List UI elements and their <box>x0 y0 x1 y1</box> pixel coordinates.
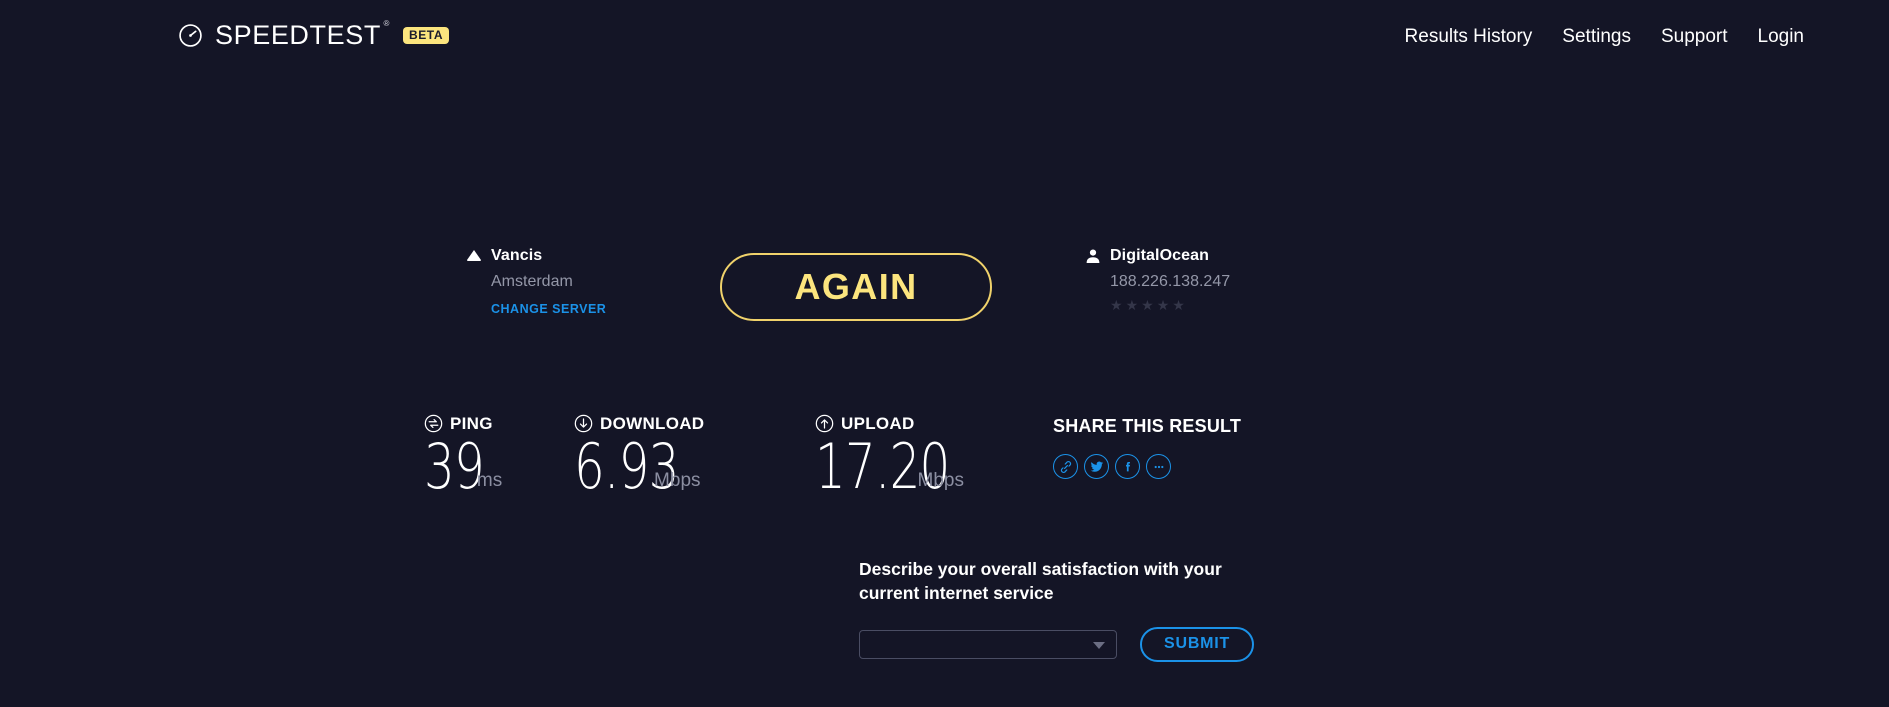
metric-download: DOWNLOAD 6.93 Mbps <box>574 412 704 501</box>
satisfaction-survey: Describe your overall satisfaction with … <box>859 558 1339 662</box>
beta-badge: BETA <box>403 27 449 44</box>
submit-button[interactable]: SUBMIT <box>1140 627 1254 662</box>
speed-gauge-icon <box>178 23 203 48</box>
isp-name: DigitalOcean <box>1110 248 1209 264</box>
share-result-section: SHARE THIS RESULT <box>1053 417 1241 479</box>
star-4[interactable]: ★ <box>1157 298 1170 312</box>
metric-upload-unit: Mbps <box>918 471 964 490</box>
share-icon-list <box>1053 454 1241 479</box>
nav-item-results-history[interactable]: Results History <box>1405 26 1533 48</box>
server-name: Vancis <box>491 248 542 264</box>
star-1[interactable]: ★ <box>1110 298 1123 312</box>
survey-controls: SUBMIT <box>859 627 1339 662</box>
star-3[interactable]: ★ <box>1141 298 1154 312</box>
metrics-row: PING 39 ms DOWNLOAD 6.93 Mbp <box>0 412 1889 522</box>
brand-logo[interactable]: SPEEDTEST® BETA <box>178 22 449 49</box>
speedtest-result-page: SPEEDTEST® BETA Results History Settings… <box>0 0 1889 707</box>
survey-question: Describe your overall satisfaction with … <box>859 558 1259 606</box>
nav-item-support[interactable]: Support <box>1661 26 1728 48</box>
server-info: Vancis Amsterdam CHANGE SERVER <box>466 245 676 318</box>
isp-name-line: DigitalOcean <box>1085 245 1325 267</box>
isp-info: DigitalOcean 188.226.138.247 ★ ★ ★ ★ ★ <box>1085 245 1325 312</box>
chevron-down-icon <box>1093 642 1105 649</box>
nav-item-login[interactable]: Login <box>1758 26 1805 48</box>
metric-ping-unit: ms <box>477 471 502 490</box>
satisfaction-select[interactable] <box>859 630 1117 659</box>
metric-upload-label: UPLOAD <box>841 415 915 432</box>
person-icon <box>1085 248 1101 264</box>
ip-address: 188.226.138.247 <box>1110 273 1325 291</box>
brand-wordmark: SPEEDTEST® <box>215 22 381 49</box>
main-nav: Results History Settings Support Login <box>1405 26 1804 48</box>
server-location: Amsterdam <box>491 273 676 291</box>
metric-download-unit: Mbps <box>654 471 700 490</box>
link-icon[interactable] <box>1053 454 1078 479</box>
share-title: SHARE THIS RESULT <box>1053 417 1241 435</box>
brand-name-text: SPEEDTEST <box>215 20 381 50</box>
metric-download-label: DOWNLOAD <box>600 415 704 432</box>
trademark-mark: ® <box>383 20 390 28</box>
server-name-line: Vancis <box>466 245 676 267</box>
metric-download-value-row: 6.93 Mbps <box>574 434 704 501</box>
metric-ping-value-row: 39 ms <box>424 434 502 501</box>
twitter-icon[interactable] <box>1084 454 1109 479</box>
metric-ping: PING 39 ms <box>424 412 502 501</box>
star-2[interactable]: ★ <box>1126 298 1139 312</box>
site-header: SPEEDTEST® BETA Results History Settings… <box>0 0 1889 80</box>
metric-upload-value-row: 17.20 Mbps <box>815 434 964 501</box>
result-summary-row: Vancis Amsterdam CHANGE SERVER AGAIN Dig… <box>0 245 1889 355</box>
facebook-icon[interactable] <box>1115 454 1140 479</box>
isp-rating-stars[interactable]: ★ ★ ★ ★ ★ <box>1110 298 1325 312</box>
star-5[interactable]: ★ <box>1172 298 1185 312</box>
metric-upload: UPLOAD 17.20 Mbps <box>815 412 964 501</box>
nav-item-settings[interactable]: Settings <box>1562 26 1631 48</box>
again-button[interactable]: AGAIN <box>720 253 992 321</box>
more-options-icon[interactable] <box>1146 454 1171 479</box>
change-server-link[interactable]: CHANGE SERVER <box>491 302 606 316</box>
metric-ping-value: 39 <box>424 434 484 501</box>
metric-ping-label: PING <box>450 415 493 432</box>
diamond-icon <box>466 249 482 264</box>
